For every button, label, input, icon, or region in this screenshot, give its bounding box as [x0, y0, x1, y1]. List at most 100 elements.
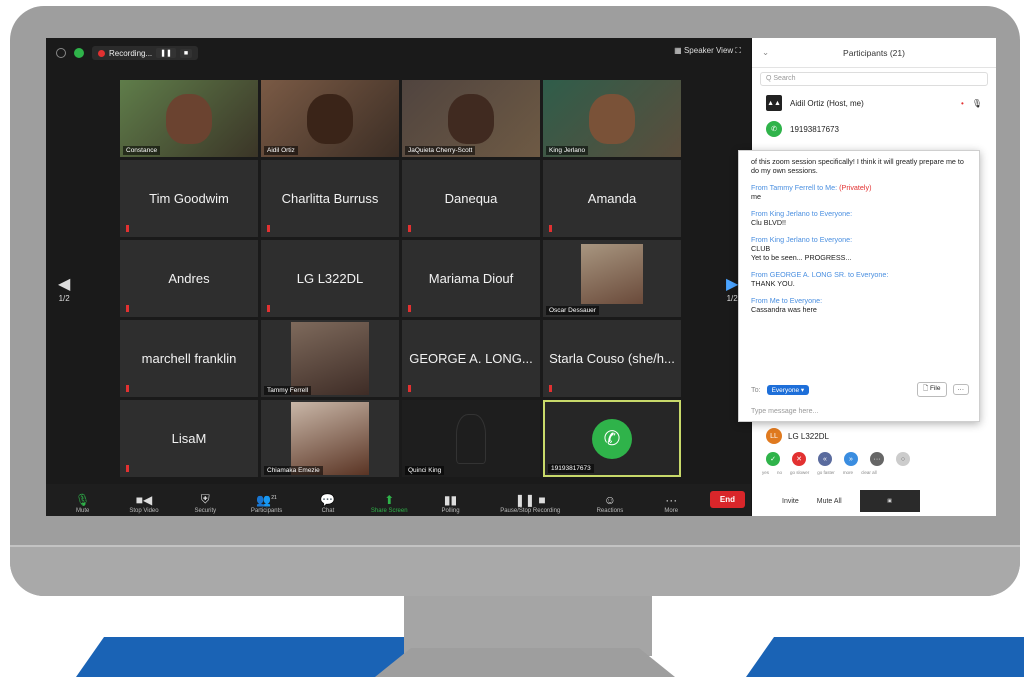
monitor-stand-neck [404, 596, 652, 656]
phone-tile[interactable]: ✆ 19193817673 [543, 400, 681, 477]
next-page-button[interactable]: ▶ 1/2 [726, 274, 738, 303]
chat-panel: of this zoom session specifically! I thi… [738, 150, 980, 422]
chat-message-text: Yet to be seen... PROGRESS... [751, 253, 852, 262]
feedback-label: more [842, 470, 854, 475]
video-tile[interactable]: Tammy Ferrell [261, 320, 399, 397]
file-button[interactable]: 🗋 File [916, 382, 947, 397]
chat-recipient-row: To: Everyone ▾ 🗋 File ··· [751, 382, 969, 397]
avatar: ▲▲ [766, 95, 782, 111]
muted-mic-icon [126, 305, 129, 312]
recipient-dropdown[interactable]: Everyone ▾ [766, 384, 810, 395]
name-tile[interactable]: Amanda [543, 160, 681, 237]
name-tile[interactable]: Tim Goodwim [120, 160, 258, 237]
chat-sender: From King Jerlano to Everyone: [751, 235, 853, 244]
prev-page-button[interactable]: ◀ 1/2 [58, 274, 70, 303]
participant-row[interactable]: LL LG L322DL [766, 428, 829, 444]
tile-name: Amanda [587, 191, 637, 206]
participant-name: Aidil Ortiz (Host, me) [790, 98, 864, 108]
polling-button[interactable]: ▮▮ Polling [420, 493, 481, 514]
tile-name: JaQuieta Cherry-Scott [405, 146, 476, 155]
name-tile[interactable]: Starla Couso (she/h... [543, 320, 681, 397]
info-icon[interactable] [56, 48, 66, 58]
chat-message: From King Jerlano to Everyone: Clu BLVD!! [751, 209, 967, 227]
video-tile[interactable]: Oscar Dessauer [543, 240, 681, 317]
name-tile[interactable]: Charlitta Burruss [261, 160, 399, 237]
participant-video [291, 402, 369, 475]
chat-message-text: of this zoom session specifically! I thi… [751, 157, 964, 175]
mute-button[interactable]: 🎙 Mute [52, 493, 113, 514]
pause-recording-button[interactable]: ❚❚ ■ Pause/Stop Recording [481, 493, 579, 514]
ellipsis-icon[interactable]: ··· [952, 384, 969, 395]
video-tile[interactable]: Aidil Ortiz [261, 80, 399, 157]
page-indicator-right: 1/2 [726, 294, 738, 303]
meeting-area: Recording... ❚❚ ■ ▦ Speaker View ⛶ ◀ 1/2… [46, 38, 751, 516]
video-tile[interactable]: Chiamaka Emezie [261, 400, 399, 477]
feedback-labels: yes no go slower go faster more clear al… [762, 470, 877, 475]
clear-all-icon[interactable]: ○ [896, 452, 910, 466]
name-tile[interactable]: marchell franklin [120, 320, 258, 397]
name-tile[interactable]: GEORGE A. LONG... [402, 320, 540, 397]
shield-icon[interactable] [74, 48, 84, 58]
stop-video-button[interactable]: ■◀ Stop Video [113, 493, 174, 514]
invite-button[interactable]: Invite [782, 498, 799, 505]
share-screen-button[interactable]: ⬆ Share Screen [359, 493, 420, 514]
participant-row[interactable]: ▲▲ Aidil Ortiz (Host, me) • 🎙 [752, 90, 996, 116]
share-arrow-icon: ⬆ [384, 493, 395, 507]
participants-actions: Invite Mute All ▣ [752, 490, 996, 512]
video-tile[interactable]: JaQuieta Cherry-Scott [402, 80, 540, 157]
monitor-stand-base [375, 648, 675, 677]
microphone-icon[interactable]: 🎙 [972, 99, 982, 108]
tile-name: Andres [168, 271, 210, 286]
muted-mic-icon [267, 225, 270, 232]
no-icon[interactable]: ✕ [792, 452, 806, 466]
participants-button[interactable]: 👥21 Participants [236, 493, 297, 514]
chevron-down-icon[interactable]: ⌄ [762, 47, 769, 58]
chat-button[interactable]: 💬 Chat [297, 493, 358, 514]
chat-message-input[interactable]: Type message here... [751, 408, 818, 415]
gallery-grid: Constance Aidil Ortiz JaQuieta Cherry-Sc… [120, 80, 681, 477]
security-button[interactable]: ⛨ Security [175, 492, 236, 514]
end-meeting-button[interactable]: End [709, 491, 746, 508]
stop-icon[interactable]: ■ [179, 48, 193, 58]
go-faster-icon[interactable]: » [844, 452, 858, 466]
participants-title: Participants (21) [843, 47, 905, 58]
chat-message-text: Cassandra was here [751, 305, 817, 314]
reactions-button[interactable]: ☺ Reactions [579, 493, 640, 514]
file-label: File [930, 385, 941, 392]
participant-search-input[interactable]: Q Search [760, 72, 988, 86]
name-tile[interactable]: LisaM [120, 400, 258, 477]
tile-name: Danequa [444, 191, 498, 206]
pause-stop-icon: ❚❚ ■ [514, 493, 546, 507]
speaker-view-button[interactable]: ▦ Speaker View ⛶ [674, 46, 741, 56]
monitor-chin [10, 545, 1020, 596]
pause-icon[interactable]: ❚❚ [156, 48, 176, 58]
tile-name: marchell franklin [141, 351, 237, 366]
name-tile[interactable]: Danequa [402, 160, 540, 237]
video-tile[interactable]: Quinci King [402, 400, 540, 477]
participant-video [581, 244, 643, 304]
tile-name: Mariama Diouf [428, 271, 514, 286]
muted-mic-icon [549, 225, 552, 232]
muted-mic-icon [408, 305, 411, 312]
mute-all-button[interactable]: Mute All [817, 498, 842, 505]
yes-icon[interactable]: ✓ [766, 452, 780, 466]
name-tile[interactable]: LG L322DL [261, 240, 399, 317]
participant-name: 19193817673 [790, 124, 839, 134]
meeting-toolbar: 🎙 Mute ■◀ Stop Video ⛨ Security 👥21 Particip… [46, 484, 751, 516]
private-badge: (Privately) [839, 183, 872, 192]
page-indicator-left: 1/2 [58, 294, 70, 303]
video-tile[interactable]: Constance [120, 80, 258, 157]
participant-row[interactable]: ✆ 19193817673 [752, 116, 996, 142]
video-tile[interactable]: King Jerlano [543, 80, 681, 157]
more-icon[interactable]: ··· [870, 452, 884, 466]
chat-message: From GEORGE A. LONG SR. to Everyone: THAN… [751, 270, 967, 288]
chat-message-text: Clu BLVD!! [751, 218, 787, 227]
more-button[interactable]: ··· More [641, 493, 702, 514]
chat-message: From King Jerlano to Everyone: CLUB Yet to… [751, 235, 967, 262]
chat-message-text: me [751, 192, 761, 201]
name-tile[interactable]: Andres [120, 240, 258, 317]
name-tile[interactable]: Mariama Diouf [402, 240, 540, 317]
tile-name: Starla Couso (she/h... [549, 351, 675, 366]
recording-dot-icon: • [961, 98, 964, 108]
go-slower-icon[interactable]: « [818, 452, 832, 466]
